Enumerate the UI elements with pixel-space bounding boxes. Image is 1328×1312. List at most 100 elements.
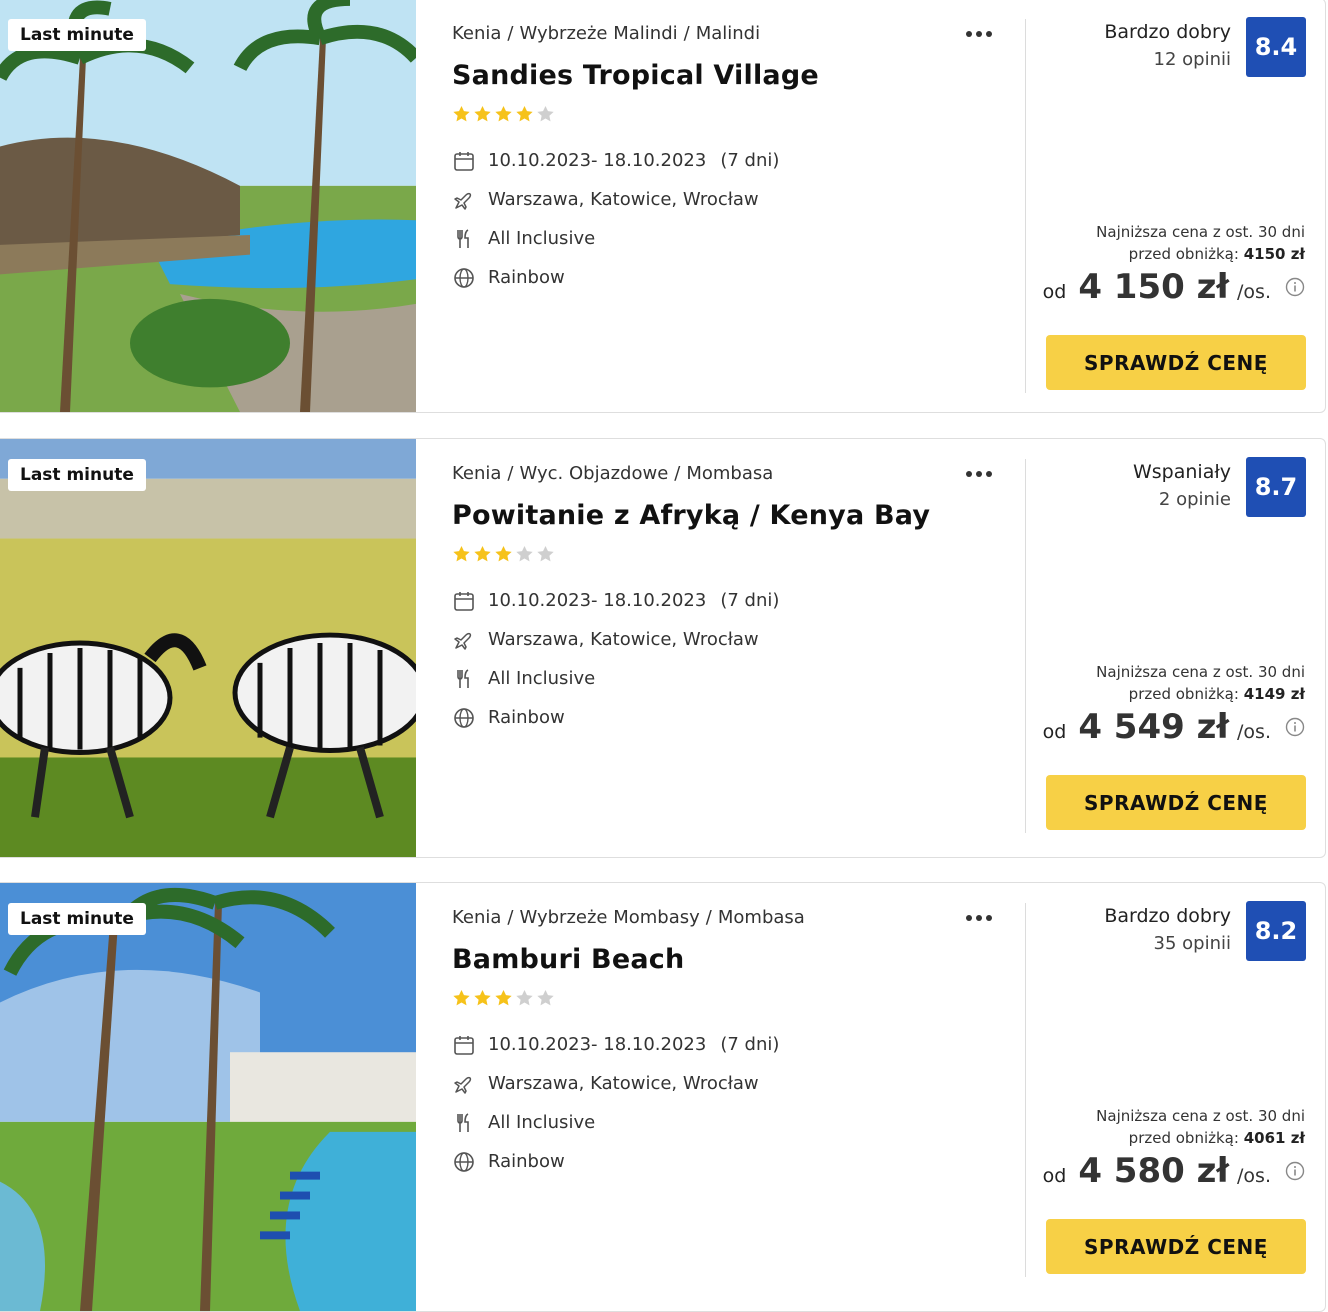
price-amount: 4 150 zł	[1078, 267, 1230, 307]
score-badge: 8.2	[1246, 901, 1306, 961]
board-text: All Inclusive	[488, 1112, 596, 1133]
hotel-photo[interactable]: Last minute	[0, 439, 416, 857]
offer-card[interactable]: Last minute Kenia / Wybrzeże Malindi / Malin…	[0, 0, 1326, 413]
hotel-photo[interactable]: Last minute	[0, 0, 416, 412]
lowest-price-value: 4149 zł	[1243, 685, 1305, 703]
star-icon	[474, 545, 491, 562]
hotel-photo[interactable]: Last minute	[0, 883, 416, 1311]
location-region[interactable]: Wybrzeże Mombasy	[520, 907, 700, 928]
location-region[interactable]: Wyc. Objazdowe	[520, 463, 669, 484]
operator-text: Rainbow	[488, 707, 565, 728]
departures-text: Warszawa, Katowice, Wrocław	[488, 629, 759, 650]
globe-icon	[452, 266, 476, 290]
last-minute-badge: Last minute	[8, 459, 146, 491]
last-minute-badge: Last minute	[8, 903, 146, 935]
board-row: All Inclusive	[452, 219, 1012, 258]
hotel-name[interactable]: Powitanie z Afryką / Kenya Bay	[452, 500, 1012, 531]
price-prefix: od	[1042, 281, 1067, 303]
location-country[interactable]: Kenia	[452, 907, 501, 928]
score-badge: 8.7	[1246, 457, 1306, 517]
review-summary[interactable]: Wspaniały 2 opinie	[1133, 461, 1231, 510]
star-icon	[495, 989, 512, 1006]
offer-info: Kenia / Wybrzeże Mombasy / Mombasa Bamburi B…	[452, 907, 1012, 1181]
price: od 4 549 zł /os.	[1043, 707, 1305, 747]
info-icon[interactable]	[1285, 717, 1305, 737]
location-city[interactable]: Mombasa	[686, 463, 773, 484]
location-city[interactable]: Malindi	[696, 23, 760, 44]
more-dots-icon[interactable]	[966, 911, 1000, 925]
more-dots-icon[interactable]	[966, 27, 1000, 41]
dates-text: 10.10.2023- 18.10.2023	[488, 590, 707, 611]
review-count[interactable]: 2 opinie	[1133, 489, 1231, 510]
star-icon	[516, 105, 533, 122]
dates-row: 10.10.2023- 18.10.2023 (7 dni)	[452, 141, 1012, 180]
review-count[interactable]: 35 opinii	[1104, 933, 1231, 954]
check-price-button[interactable]: SPRAWDŹ CENĘ	[1046, 1219, 1306, 1274]
star-icon	[516, 989, 533, 1006]
review-count[interactable]: 12 opinii	[1104, 49, 1231, 70]
heart-icon[interactable]	[356, 901, 392, 933]
heart-icon[interactable]	[356, 17, 392, 49]
more-dots-icon[interactable]	[966, 467, 1000, 481]
lowest-price-label: Najniższa cena z ost. 30 dni	[1096, 663, 1305, 681]
check-price-button[interactable]: SPRAWDŹ CENĘ	[1046, 335, 1306, 390]
board-text: All Inclusive	[488, 228, 596, 249]
price: od 4 150 zł /os.	[1043, 267, 1305, 307]
dates-text: 10.10.2023- 18.10.2023	[488, 150, 707, 171]
star-rating	[452, 545, 1012, 563]
lowest-price-label: Najniższa cena z ost. 30 dni	[1096, 1107, 1305, 1125]
location-country[interactable]: Kenia	[452, 463, 501, 484]
price-amount: 4 580 zł	[1078, 1151, 1230, 1191]
cutlery-icon	[452, 227, 476, 251]
operator-row: Rainbow	[452, 258, 1012, 297]
operator-row: Rainbow	[452, 698, 1012, 737]
star-rating	[452, 989, 1012, 1007]
rating-word: Wspaniały	[1133, 461, 1231, 483]
operator-text: Rainbow	[488, 1151, 565, 1172]
star-icon	[537, 105, 554, 122]
lowest-price-label-2: przed obniżką:	[1128, 1129, 1239, 1147]
rating-word: Bardzo dobry	[1104, 905, 1231, 927]
location-breadcrumb: Kenia / Wybrzeże Malindi / Malindi	[452, 23, 761, 44]
hotel-name[interactable]: Sandies Tropical Village	[452, 60, 1012, 91]
score-badge: 8.4	[1246, 17, 1306, 77]
offer-card[interactable]: Last minute Kenia / Wybrzeże Mombasy / Momba…	[0, 882, 1326, 1312]
offer-card[interactable]: Last minute Kenia / Wyc. Objazdowe / Mombasa…	[0, 438, 1326, 858]
dates-row: 10.10.2023- 18.10.2023 (7 dni)	[452, 581, 1012, 620]
price: od 4 580 zł /os.	[1043, 1151, 1305, 1191]
hotel-name[interactable]: Bamburi Beach	[452, 944, 1012, 975]
dates-row: 10.10.2023- 18.10.2023 (7 dni)	[452, 1025, 1012, 1064]
info-icon[interactable]	[1285, 277, 1305, 297]
divider	[1025, 903, 1026, 1277]
lowest-price-value: 4061 zł	[1243, 1129, 1305, 1147]
review-summary[interactable]: Bardzo dobry 35 opinii	[1104, 905, 1231, 954]
departures-row: Warszawa, Katowice, Wrocław	[452, 180, 1012, 219]
divider	[1025, 459, 1026, 833]
star-icon	[495, 545, 512, 562]
price-suffix: /os.	[1237, 1165, 1271, 1187]
star-icon	[453, 545, 470, 562]
location-region[interactable]: Wybrzeże Malindi	[520, 23, 678, 44]
divider	[1025, 19, 1026, 393]
location-breadcrumb: Kenia / Wyc. Objazdowe / Mombasa	[452, 463, 774, 484]
lowest-price-note: Najniższa cena z ost. 30 dni przed obniż…	[1096, 1105, 1305, 1149]
duration-text: (7 dni)	[720, 1034, 780, 1055]
duration-text: (7 dni)	[720, 590, 780, 611]
plane-icon	[452, 188, 476, 212]
info-icon[interactable]	[1285, 1161, 1305, 1181]
offer-info: Kenia / Wybrzeże Malindi / Malindi Sandies T…	[452, 23, 1012, 297]
review-summary[interactable]: Bardzo dobry 12 opinii	[1104, 21, 1231, 70]
price-amount: 4 549 zł	[1078, 707, 1230, 747]
departures-text: Warszawa, Katowice, Wrocław	[488, 189, 759, 210]
heart-icon[interactable]	[356, 457, 392, 489]
location-country[interactable]: Kenia	[452, 23, 501, 44]
lowest-price-value: 4150 zł	[1243, 245, 1305, 263]
board-row: All Inclusive	[452, 659, 1012, 698]
location-city[interactable]: Mombasa	[718, 907, 805, 928]
lowest-price-label-2: przed obniżką:	[1128, 245, 1239, 263]
duration-text: (7 dni)	[720, 150, 780, 171]
cutlery-icon	[452, 667, 476, 691]
check-price-button[interactable]: SPRAWDŹ CENĘ	[1046, 775, 1306, 830]
lowest-price-label-2: przed obniżką:	[1128, 685, 1239, 703]
star-icon	[495, 105, 512, 122]
